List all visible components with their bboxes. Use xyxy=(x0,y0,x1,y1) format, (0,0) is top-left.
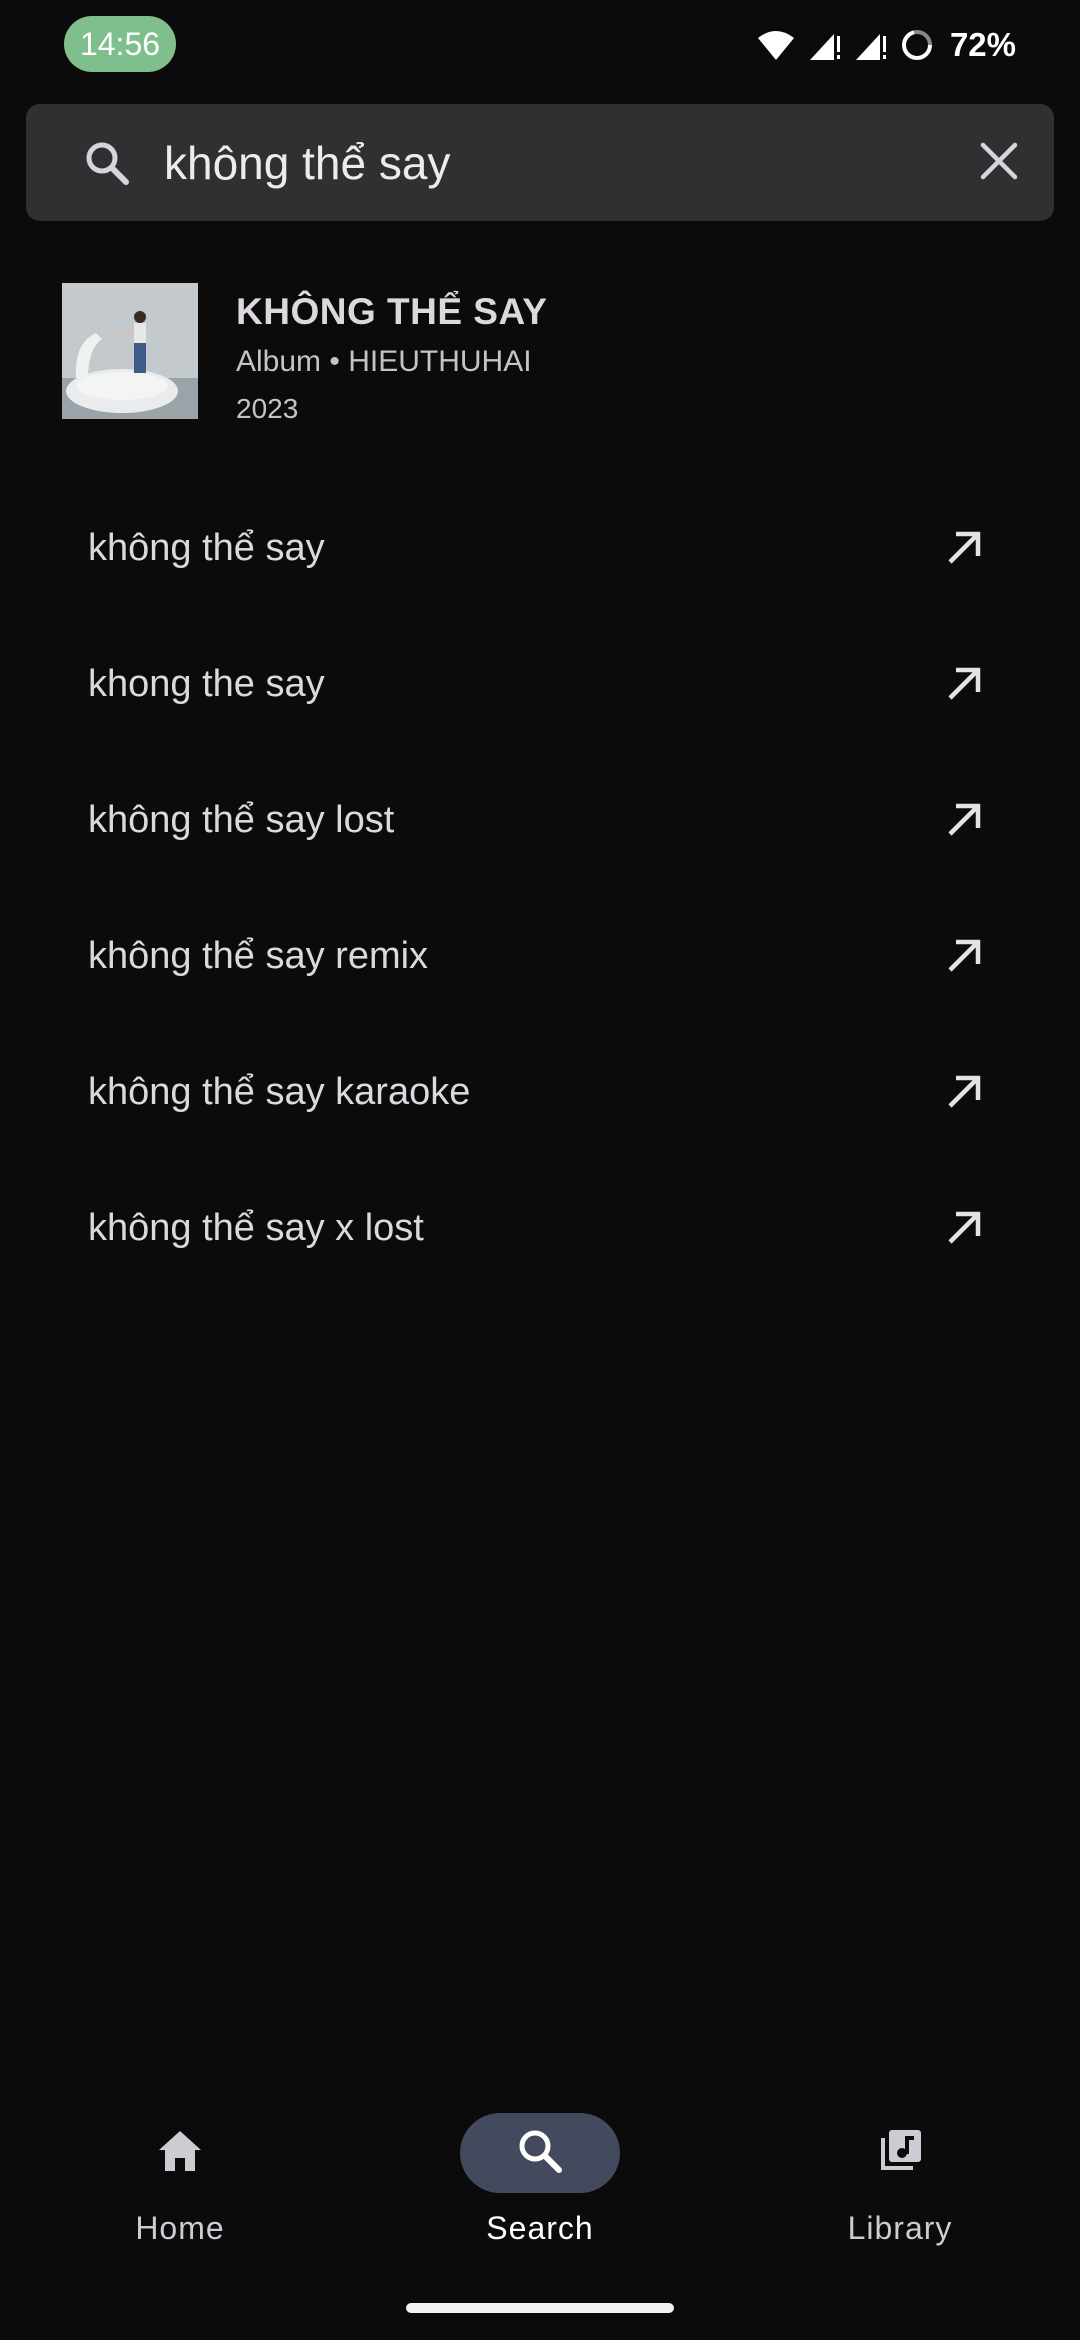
suggestion-item[interactable]: khong the say xyxy=(0,616,1080,752)
close-icon xyxy=(979,141,1019,186)
battery-icon xyxy=(900,28,934,62)
suggestion-text: không thể say x lost xyxy=(88,1206,424,1249)
battery-percentage: 72% xyxy=(949,26,1016,63)
arrow-up-left-icon[interactable] xyxy=(944,528,984,573)
wifi-icon xyxy=(756,28,796,62)
signal-icon xyxy=(808,28,842,62)
suggestion-item[interactable]: không thể say remix xyxy=(0,888,1080,1024)
suggestion-item[interactable]: không thể say xyxy=(0,480,1080,616)
album-result[interactable]: KHÔNG THỂ SAY Album • HIEUTHUHAI 2023 xyxy=(62,283,1022,443)
screen: 14:56 72% không thể say KHÔNG THỂ SAY Al… xyxy=(0,0,1080,2340)
search-bar[interactable] xyxy=(26,104,1054,221)
search-input[interactable] xyxy=(164,128,944,198)
album-year: 2023 xyxy=(236,393,299,424)
nav-home-icon-wrap xyxy=(100,2113,260,2193)
arrow-up-left-icon[interactable] xyxy=(944,800,984,845)
suggestion-text: không thể say remix xyxy=(88,934,429,977)
nav-home-label: Home xyxy=(135,2210,225,2246)
nav-home[interactable]: Home xyxy=(60,2090,300,2270)
nav-search-label: Search xyxy=(486,2210,594,2246)
nav-search-icon-wrap xyxy=(460,2113,620,2193)
suggestion-text: khong the say xyxy=(88,662,325,705)
bottom-navigation: Home Search Library xyxy=(0,2090,1080,2270)
suggestion-item[interactable]: không thể say x lost xyxy=(0,1160,1080,1296)
search-icon xyxy=(82,138,132,193)
suggestion-list: không thể say khong the say không thể sa… xyxy=(0,480,1080,1296)
album-cover-image xyxy=(62,283,198,419)
nav-search[interactable]: Search xyxy=(420,2090,660,2270)
gesture-home-indicator[interactable] xyxy=(406,2303,674,2313)
nav-library[interactable]: Library xyxy=(780,2090,1020,2270)
suggestion-text: không thể say xyxy=(88,526,325,569)
nav-library-icon-wrap xyxy=(820,2113,980,2193)
nav-library-label: Library xyxy=(847,2210,953,2246)
suggestion-text: không thể say lost xyxy=(88,798,395,841)
album-subtitle: Album • HIEUTHUHAI xyxy=(236,345,532,378)
arrow-up-left-icon[interactable] xyxy=(944,1208,984,1253)
status-bar: 14:56 72% xyxy=(0,0,1080,90)
clear-search-button[interactable] xyxy=(964,128,1034,198)
search-icon xyxy=(516,2127,564,2180)
suggestion-text: không thể say karaoke xyxy=(88,1070,471,1113)
arrow-up-left-icon[interactable] xyxy=(944,1072,984,1117)
suggestion-item[interactable]: không thể say karaoke xyxy=(0,1024,1080,1160)
arrow-up-left-icon[interactable] xyxy=(944,664,984,709)
album-title: KHÔNG THỂ SAY xyxy=(236,291,548,332)
status-clock: 14:56 xyxy=(64,16,176,72)
album-meta: KHÔNG THỂ SAY Album • HIEUTHUHAI 2023 xyxy=(236,283,547,425)
library-music-icon xyxy=(875,2126,925,2181)
arrow-up-left-icon[interactable] xyxy=(944,936,984,981)
status-icons: 72% xyxy=(756,20,1016,70)
suggestion-item[interactable]: không thể say lost xyxy=(0,752,1080,888)
signal-icon xyxy=(854,28,888,62)
home-icon xyxy=(156,2128,204,2179)
